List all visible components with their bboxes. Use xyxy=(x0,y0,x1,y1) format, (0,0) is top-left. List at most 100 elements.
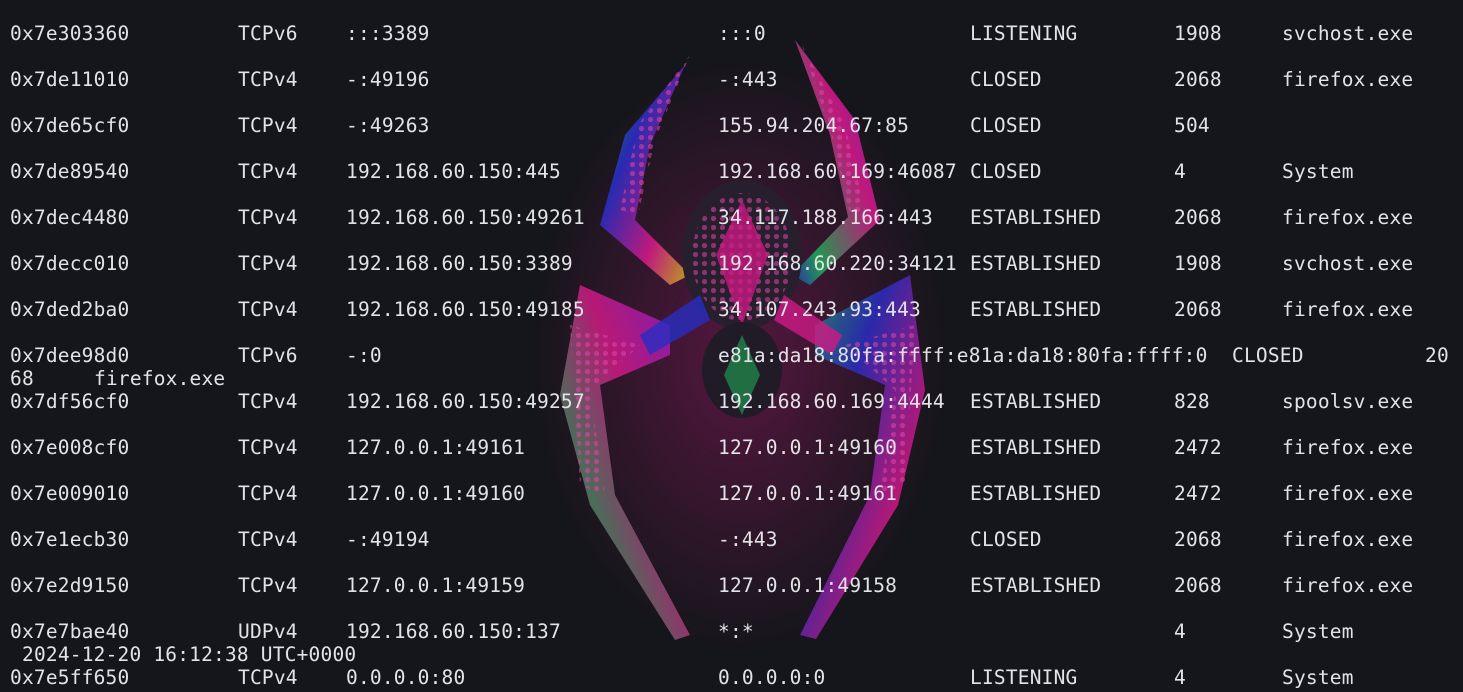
offset-cell: 0x7e008cf0 xyxy=(10,436,130,459)
local-address-cell: -:49263 xyxy=(346,114,430,137)
local-address-cell: :::3389 xyxy=(346,22,430,45)
pid-cell: 4 xyxy=(1174,666,1186,689)
local-address-cell: 192.168.60.150:3389 xyxy=(346,252,573,275)
pid-cell: 2472 xyxy=(1174,436,1222,459)
state-cell: ESTABLISHED xyxy=(970,252,1102,275)
foreign-address-cell: 34.107.243.93:443 xyxy=(718,298,921,321)
owner-cell: svchost.exe xyxy=(1282,22,1414,45)
local-address-cell: 127.0.0.1:49160 xyxy=(346,482,526,505)
terminal-window[interactable]: 0x7e303360 TCPv6:::3389:::0 LISTENING 1908 s… xyxy=(0,0,1463,692)
local-address-cell: 192.168.60.150:49185 xyxy=(346,298,585,321)
pid-cell: 2068 xyxy=(1174,68,1222,91)
offset-cell: 0x7e303360 xyxy=(10,22,130,45)
owner-cell: firefox.exe xyxy=(1282,68,1414,91)
pid-cell: 2068 xyxy=(1174,298,1222,321)
state-cell: ESTABLISHED xyxy=(970,482,1102,505)
owner-cell: System xyxy=(1282,666,1354,689)
pid-cell: 4 xyxy=(1174,160,1186,183)
protocol-cell: TCPv4 xyxy=(238,574,298,597)
offset-cell: 0x7df56cf0 xyxy=(10,390,130,413)
protocol-cell: TCPv6 xyxy=(238,22,298,45)
foreign-address-cell: 0.0.0.0:0 xyxy=(718,666,826,689)
state-cell: CLOSED xyxy=(970,114,1042,137)
local-address-cell: 192.168.60.150:49261 xyxy=(346,206,585,229)
offset-cell: 0x7de65cf0 xyxy=(10,114,130,137)
protocol-cell: TCPv4 xyxy=(238,160,298,183)
foreign-address-cell: 127.0.0.1:49160 xyxy=(718,436,898,459)
owner-cell: firefox.exe xyxy=(1282,298,1414,321)
protocol-cell: TCPv4 xyxy=(238,666,298,689)
foreign-address-cell: 127.0.0.1:49158 xyxy=(718,574,898,597)
foreign-address-cell: -:443 xyxy=(718,528,778,551)
state-cell: CLOSED xyxy=(970,160,1042,183)
offset-cell: 0x7dec4480 xyxy=(10,206,130,229)
owner-cell: firefox.exe xyxy=(1282,482,1414,505)
offset-cell: 0x7e7bae40 xyxy=(10,620,130,643)
state-cell: LISTENING xyxy=(970,666,1078,689)
protocol-cell: TCPv4 xyxy=(238,68,298,91)
protocol-cell: TCPv4 xyxy=(238,252,298,275)
offset-cell: 0x7ded2ba0 xyxy=(10,298,130,321)
owner-cell: System xyxy=(1282,160,1354,183)
pid-cell: 2068 xyxy=(1174,528,1222,551)
protocol-cell: TCPv4 xyxy=(238,436,298,459)
local-address-cell: 127.0.0.1:49161 xyxy=(346,436,526,459)
local-address-cell: -:49196 xyxy=(346,68,430,91)
pid-cell: 2472 xyxy=(1174,482,1222,505)
created-timestamp-cell: 2024-12-20 16:12:38 UTC+0000 xyxy=(22,643,357,666)
state-cell: ESTABLISHED xyxy=(970,298,1102,321)
protocol-cell: TCPv4 xyxy=(238,298,298,321)
foreign-address-cell: -:443 xyxy=(718,68,778,91)
protocol-cell: TCPv4 xyxy=(238,482,298,505)
foreign-address-cell: :::0 xyxy=(718,22,766,45)
pid-cell: 504 xyxy=(1174,114,1210,137)
offset-cell: 0x7e009010 xyxy=(10,482,130,505)
pid-cell: 2068 xyxy=(1174,574,1222,597)
local-address-cell: 192.168.60.150:445 xyxy=(346,160,561,183)
offset-cell: 0x7de11010 xyxy=(10,68,130,91)
owner-cell: firefox.exe xyxy=(1282,436,1414,459)
state-cell: CLOSED xyxy=(970,68,1042,91)
pid-cell: 1908 xyxy=(1174,22,1222,45)
state-cell: CLOSED xyxy=(970,528,1042,551)
protocol-cell: TCPv4 xyxy=(238,528,298,551)
state-cell: CLOSED xyxy=(1232,344,1304,367)
state-cell: ESTABLISHED xyxy=(970,206,1102,229)
local-address-cell: -:0 xyxy=(346,344,382,367)
pid-cell: 4 xyxy=(1174,620,1186,643)
protocol-cell: TCPv4 xyxy=(238,206,298,229)
owner-cell: firefox.exe xyxy=(1282,206,1414,229)
offset-cell: 0x7e1ecb30 xyxy=(10,528,130,551)
protocol-cell: TCPv4 xyxy=(238,390,298,413)
foreign-address-cell: 192.168.60.169:46087 xyxy=(718,160,957,183)
pid-cell: 1908 xyxy=(1174,252,1222,275)
state-cell: ESTABLISHED xyxy=(970,436,1102,459)
local-address-cell: 0.0.0.0:80 xyxy=(346,666,466,689)
owner-cell: spoolsv.exe xyxy=(1282,390,1414,413)
protocol-cell: TCPv4 xyxy=(238,114,298,137)
protocol-cell: UDPv4 xyxy=(238,620,298,643)
foreign-address-cell: 192.168.60.220:34121 xyxy=(718,252,957,275)
foreign-address-cell: 192.168.60.169:4444 xyxy=(718,390,945,413)
state-cell: ESTABLISHED xyxy=(970,574,1102,597)
pid-cell: 20 xyxy=(1425,344,1449,367)
owner-cell: firefox.exe xyxy=(1282,528,1414,551)
pid-wrapped-cell: 68 xyxy=(10,367,34,390)
offset-cell: 0x7e5ff650 xyxy=(10,666,130,689)
foreign-address-cell: 155.94.204.67:85 xyxy=(718,114,910,137)
offset-cell: 0x7decc010 xyxy=(10,252,130,275)
local-address-cell: 127.0.0.1:49159 xyxy=(346,574,526,597)
foreign-address-cell: *:* xyxy=(718,620,754,643)
foreign-address-cell: 34.117.188.166:443 xyxy=(718,206,933,229)
owner-cell: System xyxy=(1282,620,1354,643)
foreign-address-cell: e81a:da18:80fa:ffff:e81a:da18:80fa:ffff:… xyxy=(718,344,1208,367)
offset-cell: 0x7e2d9150 xyxy=(10,574,130,597)
foreign-address-cell: 127.0.0.1:49161 xyxy=(718,482,898,505)
state-cell: ESTABLISHED xyxy=(970,390,1102,413)
protocol-cell: TCPv6 xyxy=(238,344,298,367)
local-address-cell: 192.168.60.150:137 xyxy=(346,620,561,643)
local-address-cell: 192.168.60.150:49257 xyxy=(346,390,585,413)
offset-cell: 0x7de89540 xyxy=(10,160,130,183)
state-cell: LISTENING xyxy=(970,22,1078,45)
owner-cell: firefox.exe xyxy=(1282,574,1414,597)
